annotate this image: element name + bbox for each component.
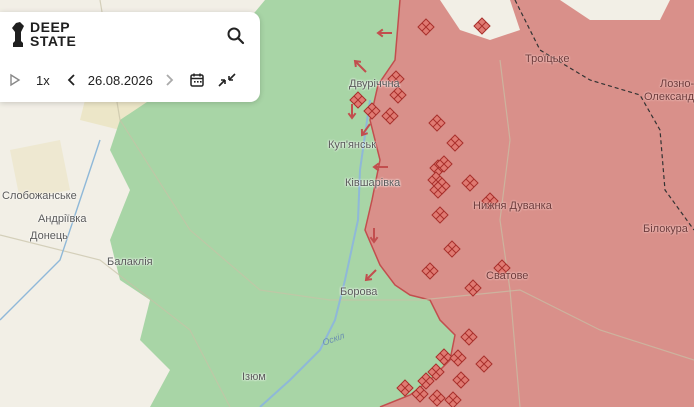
prev-day-icon [67,74,75,86]
control-panel: DEEP STATE 1x 26.08.2026 [0,12,260,102]
search-button[interactable] [226,26,246,46]
timeline-controls: 1x 26.08.2026 [8,70,250,90]
prev-day-button[interactable] [66,73,78,87]
logo-text-line1: DEEP [30,19,71,35]
calendar-icon [190,73,204,87]
place-label: Білокура [643,223,688,235]
next-day-button[interactable] [163,73,175,87]
speed-toggle[interactable]: 1x [36,73,50,88]
calendar-button[interactable] [189,72,205,88]
place-label: Донець [30,230,68,242]
collapse-icon [218,73,236,87]
logo-text-line2: STATE [30,33,77,49]
place-label: Борова [340,286,378,298]
collapse-button[interactable] [217,72,237,88]
place-label: Лозно- [660,78,694,90]
place-label: Олександрі [644,91,694,103]
next-day-icon [166,74,174,86]
place-label: Двуріччна [349,78,400,90]
place-label: Андріївка [38,213,87,225]
play-button[interactable] [8,73,22,87]
place-label: Ківшарівка [345,177,401,189]
place-label: Куп'янськ [328,139,377,151]
current-date[interactable]: 26.08.2026 [88,73,153,88]
place-label: Троїцьке [525,53,570,65]
place-label: Нижня Дуванка [473,200,552,212]
place-label: Ізюм [242,371,266,383]
place-label: Балаклія [107,256,153,268]
place-label: Слобожанське [2,190,77,202]
search-icon [227,27,245,45]
logo[interactable]: DEEP STATE [10,20,76,48]
logo-icon [12,22,24,47]
place-label: Сватове [486,270,529,282]
play-icon [10,73,21,87]
